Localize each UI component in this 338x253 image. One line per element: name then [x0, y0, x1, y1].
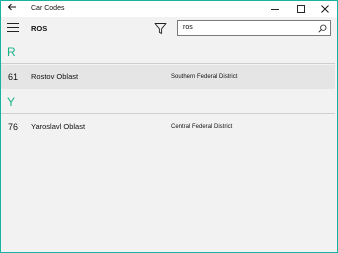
search-icon[interactable] [318, 24, 327, 33]
group-divider [1, 63, 335, 64]
hamburger-line [7, 31, 19, 32]
filter-icon [154, 23, 167, 34]
close-button[interactable] [313, 1, 337, 17]
group-header-r: R [7, 45, 16, 59]
app-title: Car Codes [31, 5, 65, 12]
search-box[interactable] [177, 20, 331, 36]
hamburger-menu-icon[interactable] [7, 23, 19, 35]
page-title: ROS [31, 24, 48, 33]
federal-district: Southern Federal District [171, 74, 238, 80]
minimize-icon [271, 9, 279, 10]
region-name: Yaroslavl Oblast [31, 122, 86, 131]
close-icon [321, 5, 329, 13]
back-arrow-glyph [7, 3, 16, 11]
region-name: Rostov Oblast [31, 72, 79, 81]
toolbar: ROS [1, 17, 337, 41]
region-code: 76 [8, 122, 19, 132]
maximize-button[interactable] [289, 1, 313, 17]
app-window: Car Codes ROS ros R 61 Rostov Oblast Sou… [0, 0, 338, 253]
search-input[interactable] [183, 23, 313, 33]
maximize-icon [297, 5, 305, 13]
federal-district: Central Federal District [171, 124, 233, 130]
hamburger-line [7, 23, 19, 24]
hamburger-line [7, 27, 19, 28]
filter-button[interactable] [154, 22, 167, 35]
list-item[interactable]: 61 Rostov Oblast Southern Federal Distri… [1, 65, 335, 89]
group-header-y: Y [7, 95, 16, 109]
back-arrow-icon[interactable] [5, 2, 19, 16]
minimize-button[interactable] [263, 1, 287, 17]
list-item[interactable]: 76 Yaroslavl Oblast Central Federal Dist… [1, 115, 335, 139]
group-divider [1, 113, 335, 114]
title-bar: Car Codes [1, 1, 337, 17]
region-code: 61 [8, 72, 19, 82]
